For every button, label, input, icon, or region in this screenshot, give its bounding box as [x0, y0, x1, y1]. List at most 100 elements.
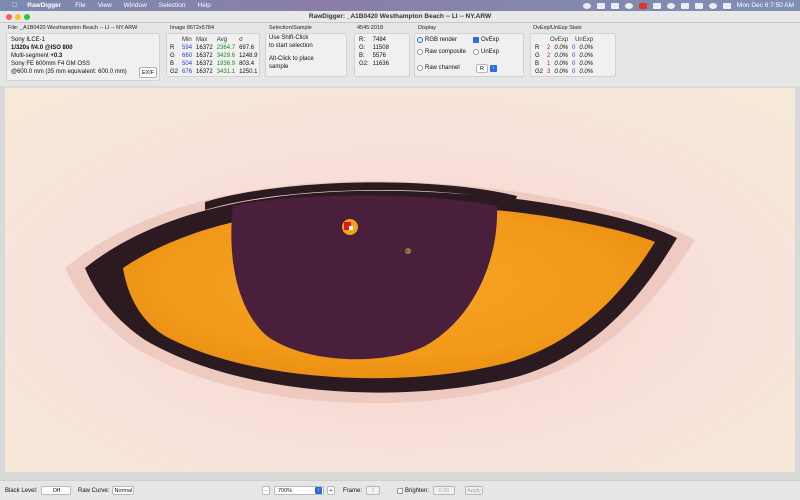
status-icon-3[interactable] — [610, 2, 619, 9]
brighten-control: Brighten: 0.00 Apply — [397, 486, 484, 495]
status-icon-6[interactable] — [652, 2, 661, 9]
radio-selected-icon — [417, 37, 423, 43]
status-icon-1[interactable] — [582, 2, 591, 9]
table-row: G 2 0.0% 0 0.0% — [533, 52, 595, 60]
avg-value: 2364.7 — [216, 45, 236, 51]
raw-image-viewer[interactable] — [5, 88, 795, 472]
min-value: 676 — [182, 69, 193, 75]
table-row: G2 3 0.0% 0 0.0% — [533, 68, 595, 76]
apply-button[interactable]: Apply — [465, 486, 484, 495]
file-header: File: _A1B0420 Westhampton Beach -- LI -… — [8, 25, 138, 31]
menubar-clock[interactable]: Mon Dec 6 7:50 AM — [737, 2, 794, 9]
min-value: 594 — [182, 45, 193, 51]
zoom-out-button[interactable]: - — [262, 486, 270, 495]
ovexp-count: 2 — [547, 53, 551, 59]
selection-hint-1a: Use Shift-Click — [269, 35, 309, 41]
camera-model: Sony ILCE-1 — [11, 37, 46, 43]
coord-value: 11636 — [372, 61, 389, 67]
ovexp-box: OvExp UnExp R 2 0.0% 0 0.0% G 2 0.0% 0 0… — [530, 33, 616, 77]
ovexp-label: OvExp — [481, 37, 500, 43]
min-value: 504 — [182, 61, 193, 67]
wifi-icon[interactable] — [694, 2, 703, 9]
radio-icon — [417, 49, 423, 55]
ovexp-count: 2 — [547, 45, 551, 51]
ovexp-percent: 0.0% — [554, 45, 569, 51]
menu-help[interactable]: Help — [198, 2, 211, 9]
status-icon-7[interactable] — [666, 2, 675, 9]
raw-curve-select[interactable]: Normal — [112, 486, 135, 495]
coord-box: R: 7484 G: 11508 B: 5576 G2: 11636 — [354, 33, 410, 77]
ovexp-checkbox[interactable]: OvExp — [473, 37, 499, 43]
coord-table: R: 7484 G: 11508 B: 5576 G2: 11636 — [357, 36, 391, 68]
avg-value: 3429.6 — [216, 53, 236, 59]
coord-header: 4545:2018 — [357, 25, 383, 31]
ovexp-count: 1 — [547, 61, 551, 67]
unexp-count: 0 — [572, 61, 576, 67]
status-icon-5[interactable] — [638, 2, 647, 9]
bottom-toolbar: Black Level: Off Raw Curve: Normal - 700… — [0, 480, 800, 500]
metering: Multi-segment +0.3 — [11, 52, 127, 60]
apple-menu-icon[interactable]:  — [12, 2, 17, 9]
max-value: 16372 — [196, 45, 213, 51]
overexposed-highlight-core — [349, 226, 353, 230]
menubar-status-area: Mon Dec 6 7:50 AM — [582, 2, 794, 9]
max-value: 16372 — [196, 69, 213, 75]
raw-curve-label: Raw Curve: — [78, 487, 110, 494]
exif-button[interactable]: EXIF — [139, 67, 157, 78]
zoom-in-button[interactable]: + — [327, 486, 335, 495]
black-level-control: Black Level: Off — [5, 486, 72, 495]
table-row: B 504 16372 1936.9 803.4 — [168, 60, 259, 68]
metering-label: Multi-segment — [11, 53, 49, 59]
channel-label: G2 — [535, 69, 544, 75]
eye-image — [5, 88, 795, 472]
black-level-select[interactable]: Off — [41, 486, 72, 495]
avg-value: 3431.1 — [216, 69, 236, 75]
camera-info-box: Sony ILCE-1 1/320s f/4.0 @ISO 800 Multi-… — [6, 33, 160, 81]
unexp-checkbox[interactable]: UnExp — [473, 49, 499, 55]
avg-value: 1936.9 — [216, 61, 236, 67]
rgb-render-radio[interactable]: RGB render — [417, 37, 457, 43]
raw-channel-label: Raw channel — [425, 65, 460, 71]
col-max: Max — [196, 37, 208, 43]
unexp-percent: 0.0% — [579, 69, 594, 75]
unexp-count: 0 — [572, 45, 576, 51]
raw-channel-select[interactable]: R ↕ — [476, 64, 497, 73]
image-stats-box: Min Max Avg σ R 594 16372 2364.7 697.6 G… — [166, 33, 260, 77]
menu-selection[interactable]: Selection — [159, 2, 186, 9]
selection-box: Use Shift-Click to start selection Alt-C… — [265, 33, 347, 77]
unexp-label: UnExp — [481, 49, 500, 55]
table-row: G2: 11636 — [357, 60, 391, 68]
max-value: 16372 — [196, 61, 213, 67]
ovexp-percent: 0.0% — [554, 61, 569, 67]
raw-composite-radio[interactable]: Raw composite — [417, 49, 466, 55]
selection-hint-2a: Alt-Click to place — [269, 56, 314, 62]
control-center-icon[interactable] — [722, 2, 731, 9]
menu-file[interactable]: File — [75, 2, 85, 9]
brighten-checkbox[interactable] — [397, 487, 403, 494]
rgb-render-label: RGB render — [425, 37, 458, 43]
menu-view[interactable]: View — [98, 2, 112, 9]
sd-value: 1250.1 — [239, 69, 258, 75]
exposure-settings: 1/320s f/4.0 @ISO 800 — [11, 45, 73, 51]
table-row: G 660 16372 3429.6 1248.9 — [168, 52, 259, 60]
menu-app-name[interactable]: RawDigger — [27, 2, 61, 9]
unexp-count: 0 — [572, 69, 576, 75]
raw-channel-radio[interactable]: Raw channel — [417, 65, 460, 71]
black-level-label: Black Level: — [5, 487, 38, 494]
search-icon[interactable] — [708, 2, 717, 9]
channel-label: B — [535, 61, 540, 67]
channel-label: G — [535, 53, 540, 59]
chevron-updown-icon: ↕ — [315, 487, 322, 494]
brighten-input[interactable]: 0.00 — [433, 486, 456, 495]
brighten-label: Brighten: — [405, 487, 430, 494]
frame-stepper[interactable]: 1 — [366, 486, 381, 495]
coord-label: R: — [359, 37, 365, 43]
battery-icon[interactable] — [680, 2, 689, 9]
col-min: Min — [182, 37, 192, 43]
status-icon-4[interactable] — [624, 2, 633, 9]
sd-value: 697.6 — [239, 45, 255, 51]
frame-control: Frame: 1 — [343, 486, 381, 495]
status-icon-2[interactable] — [596, 2, 605, 9]
min-value: 660 — [182, 53, 193, 59]
menu-window[interactable]: Window — [124, 2, 147, 9]
